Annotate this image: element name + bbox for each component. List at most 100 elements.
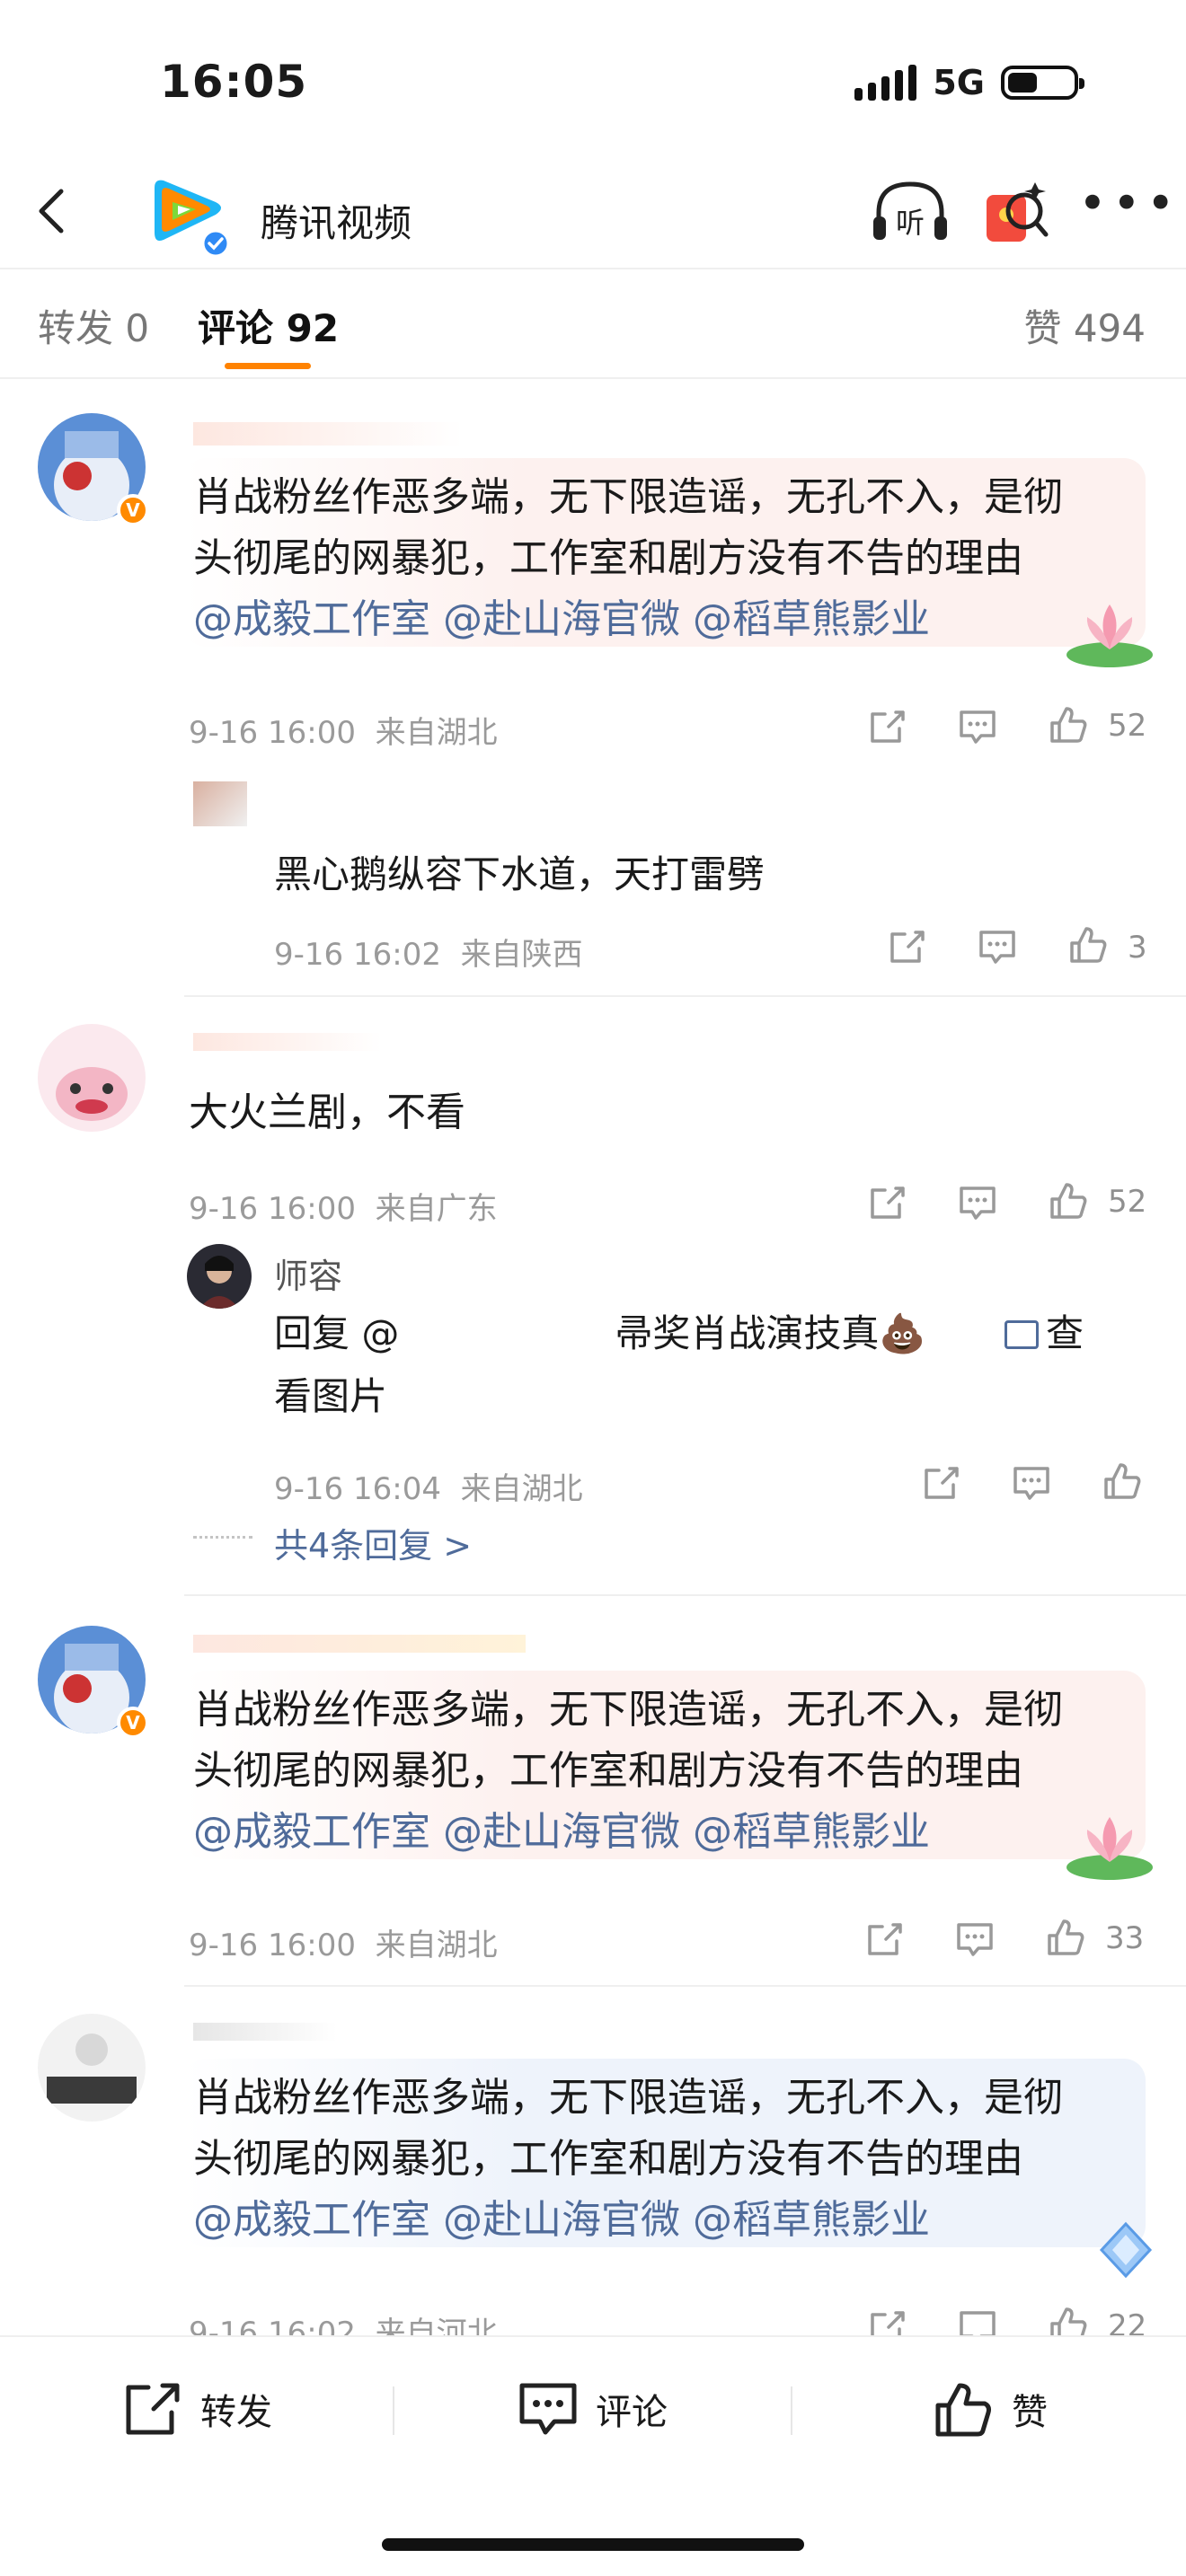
- status-indicators: 5G: [854, 63, 1084, 102]
- reply-location: 来自湖北: [460, 1471, 583, 1507]
- account-name[interactable]: 腾讯视频: [261, 193, 412, 248]
- tab-likes[interactable]: 赞 494: [1023, 298, 1146, 353]
- more-icon[interactable]: •••: [1078, 180, 1175, 231]
- comment-time: 9-16 16:02: [189, 2316, 356, 2335]
- avatar[interactable]: [38, 2014, 146, 2122]
- home-indicator[interactable]: [382, 2538, 804, 2551]
- comment-mentions[interactable]: @成毅工作室 @赴山海官微 @稻草熊影业: [193, 2190, 930, 2251]
- comment-text-line2: 头彻尾的网暴犯，工作室和剧方没有不告的理由: [193, 2136, 1023, 2182]
- comment-text-line1: 肖战粉丝作恶多端，无下限造谣，无孔不入，是彻: [193, 1687, 1063, 1733]
- username-redacted: [193, 1635, 526, 1653]
- tencent-video-logo-icon[interactable]: [144, 168, 234, 258]
- comment-label: 评论: [596, 2392, 668, 2433]
- comment-location: 来自广东: [375, 1191, 498, 1227]
- like-count: 52: [1108, 1184, 1147, 1220]
- share-icon[interactable]: [885, 925, 928, 968]
- comment-location: 来自湖北: [375, 715, 498, 751]
- verified-badge: V: [117, 1707, 149, 1739]
- reply-text: 黑心鹅纵容下水道，天打雷劈: [274, 852, 766, 896]
- tabs-divider: [0, 377, 1186, 379]
- repost-button[interactable]: 转发: [121, 2373, 272, 2445]
- tab-repost[interactable]: 转发 0: [38, 298, 149, 353]
- comment-item: V 肖战粉丝作恶多端，无下限造谣，无孔不入，是彻 头彻尾的网暴犯，工作室和剧方没…: [0, 1599, 1186, 1985]
- reply-avatar-redacted: [193, 781, 247, 826]
- comment-time: 9-16 16:00: [189, 1191, 356, 1227]
- reply-meta: 9-16 16:04 来自湖北: [274, 1464, 583, 1508]
- repost-icon: [126, 2383, 180, 2435]
- avatar[interactable]: [38, 1024, 146, 1132]
- share-icon[interactable]: [863, 1918, 906, 1961]
- comment-mentions[interactable]: @成毅工作室 @赴山海官微 @稻草熊影业: [193, 589, 930, 650]
- comment-icon: [519, 2383, 577, 2435]
- like-icon[interactable]: [1047, 703, 1090, 746]
- share-icon[interactable]: [865, 705, 908, 748]
- reply-time: 9-16 16:04: [274, 1471, 441, 1507]
- comment-location: 来自河北: [375, 2316, 498, 2335]
- comment-time: 9-16 16:00: [189, 1928, 356, 1963]
- comment-meta: 9-16 16:00 来自湖北: [189, 1920, 498, 1964]
- like-count: 3: [1128, 930, 1147, 966]
- like-icon[interactable]: [1067, 923, 1110, 966]
- comment-text-line1: 肖战粉丝作恶多端，无下限造谣，无孔不入，是彻: [193, 2075, 1063, 2121]
- svg-text:听: 听: [896, 206, 925, 240]
- view-image-link-line2[interactable]: 看图片: [274, 1365, 387, 1428]
- share-icon[interactable]: [865, 2306, 908, 2335]
- share-icon[interactable]: [919, 1461, 962, 1504]
- reply-username[interactable]: 师容: [274, 1248, 342, 1298]
- reply-location: 来自陕西: [460, 937, 583, 973]
- share-icon[interactable]: [865, 1181, 908, 1224]
- reply-avatar[interactable]: [187, 1244, 252, 1309]
- comment-time: 9-16 16:00: [189, 715, 356, 751]
- battery-icon: [1001, 66, 1084, 100]
- view-more-replies-link[interactable]: 共4条回复 >: [274, 1518, 472, 1567]
- comment-icon[interactable]: [976, 925, 1019, 968]
- comment-item: V 肖战粉丝作恶多端，无下限造谣，无孔不入，是彻 头彻尾的网暴犯，工作室和剧方没…: [0, 395, 1186, 997]
- verified-badge: V: [117, 494, 149, 526]
- comment-text-line1: 肖战粉丝作恶多端，无下限造谣，无孔不入，是彻: [193, 474, 1063, 520]
- comment-icon[interactable]: [1010, 1461, 1053, 1504]
- comment-icon[interactable]: [956, 2306, 999, 2335]
- username-redacted: [193, 422, 463, 446]
- diamond-decoration-icon: [1094, 2219, 1157, 2281]
- like-label: 赞: [1012, 2392, 1048, 2433]
- comment-location: 来自湖北: [375, 1928, 498, 1963]
- red-packet-search-icon[interactable]: [979, 177, 1051, 249]
- comment-text-line2: 头彻尾的网暴犯，工作室和剧方没有不告的理由: [193, 535, 1023, 581]
- status-time: 16:05: [160, 56, 308, 108]
- comment-item: 大火兰剧，不看 9-16 16:00 来自广东 52 师容 回复 @ 帚奖肖战演技…: [0, 997, 1186, 1599]
- comment-mentions[interactable]: @成毅工作室 @赴山海官微 @稻草熊影业: [193, 1802, 930, 1863]
- like-icon[interactable]: [1101, 1460, 1144, 1503]
- reply-suffix: 帚奖肖战演技真💩: [615, 1311, 926, 1355]
- listen-icon[interactable]: 听: [870, 177, 951, 249]
- repost-label: 转发: [200, 2392, 272, 2433]
- like-icon[interactable]: [1047, 1179, 1090, 1222]
- comment-meta: 9-16 16:02 来自河北: [189, 2308, 498, 2335]
- comment-icon[interactable]: [956, 705, 999, 748]
- comment-meta: 9-16 16:00 来自广东: [189, 1184, 498, 1228]
- like-icon: [935, 2383, 991, 2437]
- comment-button[interactable]: 评论: [517, 2373, 668, 2445]
- tab-comments[interactable]: 评论 92: [198, 298, 339, 353]
- image-icon: [1005, 1320, 1039, 1349]
- comment-icon[interactable]: [956, 1181, 999, 1224]
- back-icon[interactable]: [27, 184, 81, 238]
- comment-divider: [184, 1594, 1186, 1596]
- username-redacted: [193, 2023, 337, 2041]
- dotted-leader: [193, 1536, 252, 1539]
- comment-icon[interactable]: [953, 1918, 996, 1961]
- comment-item: 肖战粉丝作恶多端，无下限造谣，无孔不入，是彻 头彻尾的网暴犯，工作室和剧方没有不…: [0, 1987, 1186, 2335]
- like-icon[interactable]: [1047, 2304, 1090, 2335]
- comment-text: 大火兰剧，不看: [189, 1090, 465, 1135]
- like-count: 22: [1108, 2308, 1147, 2335]
- lotus-decoration-icon: [1060, 1810, 1159, 1882]
- like-count: 33: [1105, 1920, 1145, 1956]
- reply-text-line1: 回复 @ 帚奖肖战演技真💩: [274, 1302, 926, 1365]
- view-image-link[interactable]: 查: [1005, 1302, 1084, 1365]
- like-icon[interactable]: [1044, 1916, 1087, 1959]
- bottom-separator: [393, 2386, 394, 2435]
- username-redacted: [193, 1033, 382, 1051]
- top-nav: 腾讯视频 听 •••: [0, 157, 1186, 269]
- like-button[interactable]: 赞: [933, 2373, 1048, 2445]
- lotus-decoration-icon: [1060, 597, 1159, 669]
- comment-text-line2: 头彻尾的网暴犯，工作室和剧方没有不告的理由: [193, 1748, 1023, 1794]
